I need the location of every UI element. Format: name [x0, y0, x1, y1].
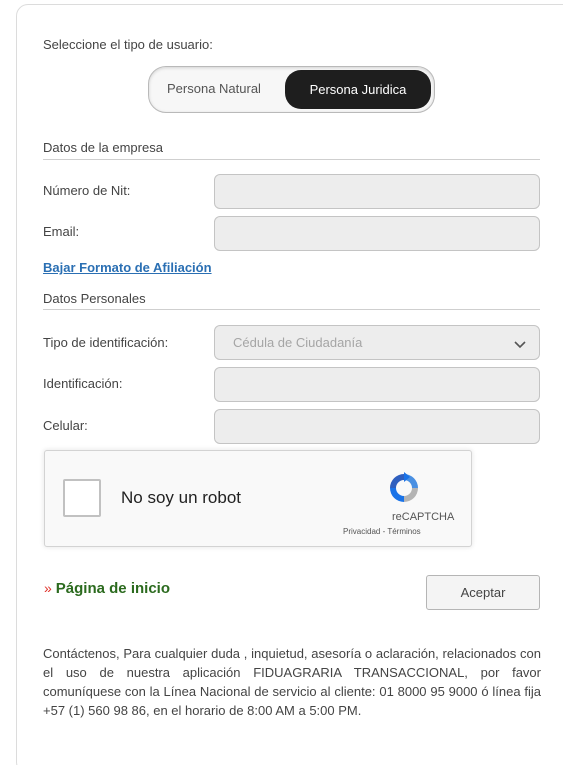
recaptcha-checkbox[interactable]: [63, 479, 101, 517]
recaptcha-icon: [390, 472, 418, 502]
email-label: Email:: [43, 224, 80, 239]
contact-footer-text: Contáctenos, Para cualquier duda , inqui…: [43, 646, 541, 718]
download-affiliation-link[interactable]: Bajar Formato de Afiliación: [43, 260, 212, 275]
company-section-divider: [43, 159, 540, 160]
recaptcha-widget: No soy un robot reCAPTCHA Privacidad - T…: [44, 450, 472, 547]
option-persona-natural[interactable]: Persona Natural: [167, 81, 261, 96]
user-type-toggle: Persona Natural Persona Juridica: [148, 66, 435, 113]
nit-input[interactable]: [214, 174, 540, 209]
nit-label: Número de Nit:: [43, 183, 131, 198]
identification-input[interactable]: [214, 367, 540, 402]
user-type-prompt: Seleccione el tipo de usuario:: [43, 37, 213, 52]
recaptcha-brand: reCAPTCHA: [392, 511, 455, 523]
company-section-title: Datos de la empresa: [43, 140, 163, 155]
identification-label: Identificación:: [43, 376, 123, 391]
personal-section-title: Datos Personales: [43, 291, 146, 306]
recaptcha-terms-link[interactable]: Privacidad - Términos: [343, 527, 421, 536]
chevron-down-icon: [514, 341, 526, 349]
id-type-select[interactable]: Cédula de Ciudadanía: [214, 325, 540, 360]
id-type-value: Cédula de Ciudadanía: [233, 335, 363, 350]
id-type-label: Tipo de identificación:: [43, 335, 169, 350]
double-chevron-icon: »: [44, 580, 52, 596]
phone-label: Celular:: [43, 418, 88, 433]
home-page-label: Página de inicio: [55, 580, 170, 597]
email-input[interactable]: [214, 216, 540, 251]
option-persona-juridica[interactable]: Persona Juridica: [285, 70, 431, 109]
recaptcha-label: No soy un robot: [121, 488, 242, 507]
personal-section-divider: [43, 309, 540, 310]
phone-input[interactable]: [214, 409, 540, 444]
home-page-link[interactable]: » Página de inicio: [44, 580, 170, 597]
accept-button[interactable]: Aceptar: [426, 575, 540, 610]
